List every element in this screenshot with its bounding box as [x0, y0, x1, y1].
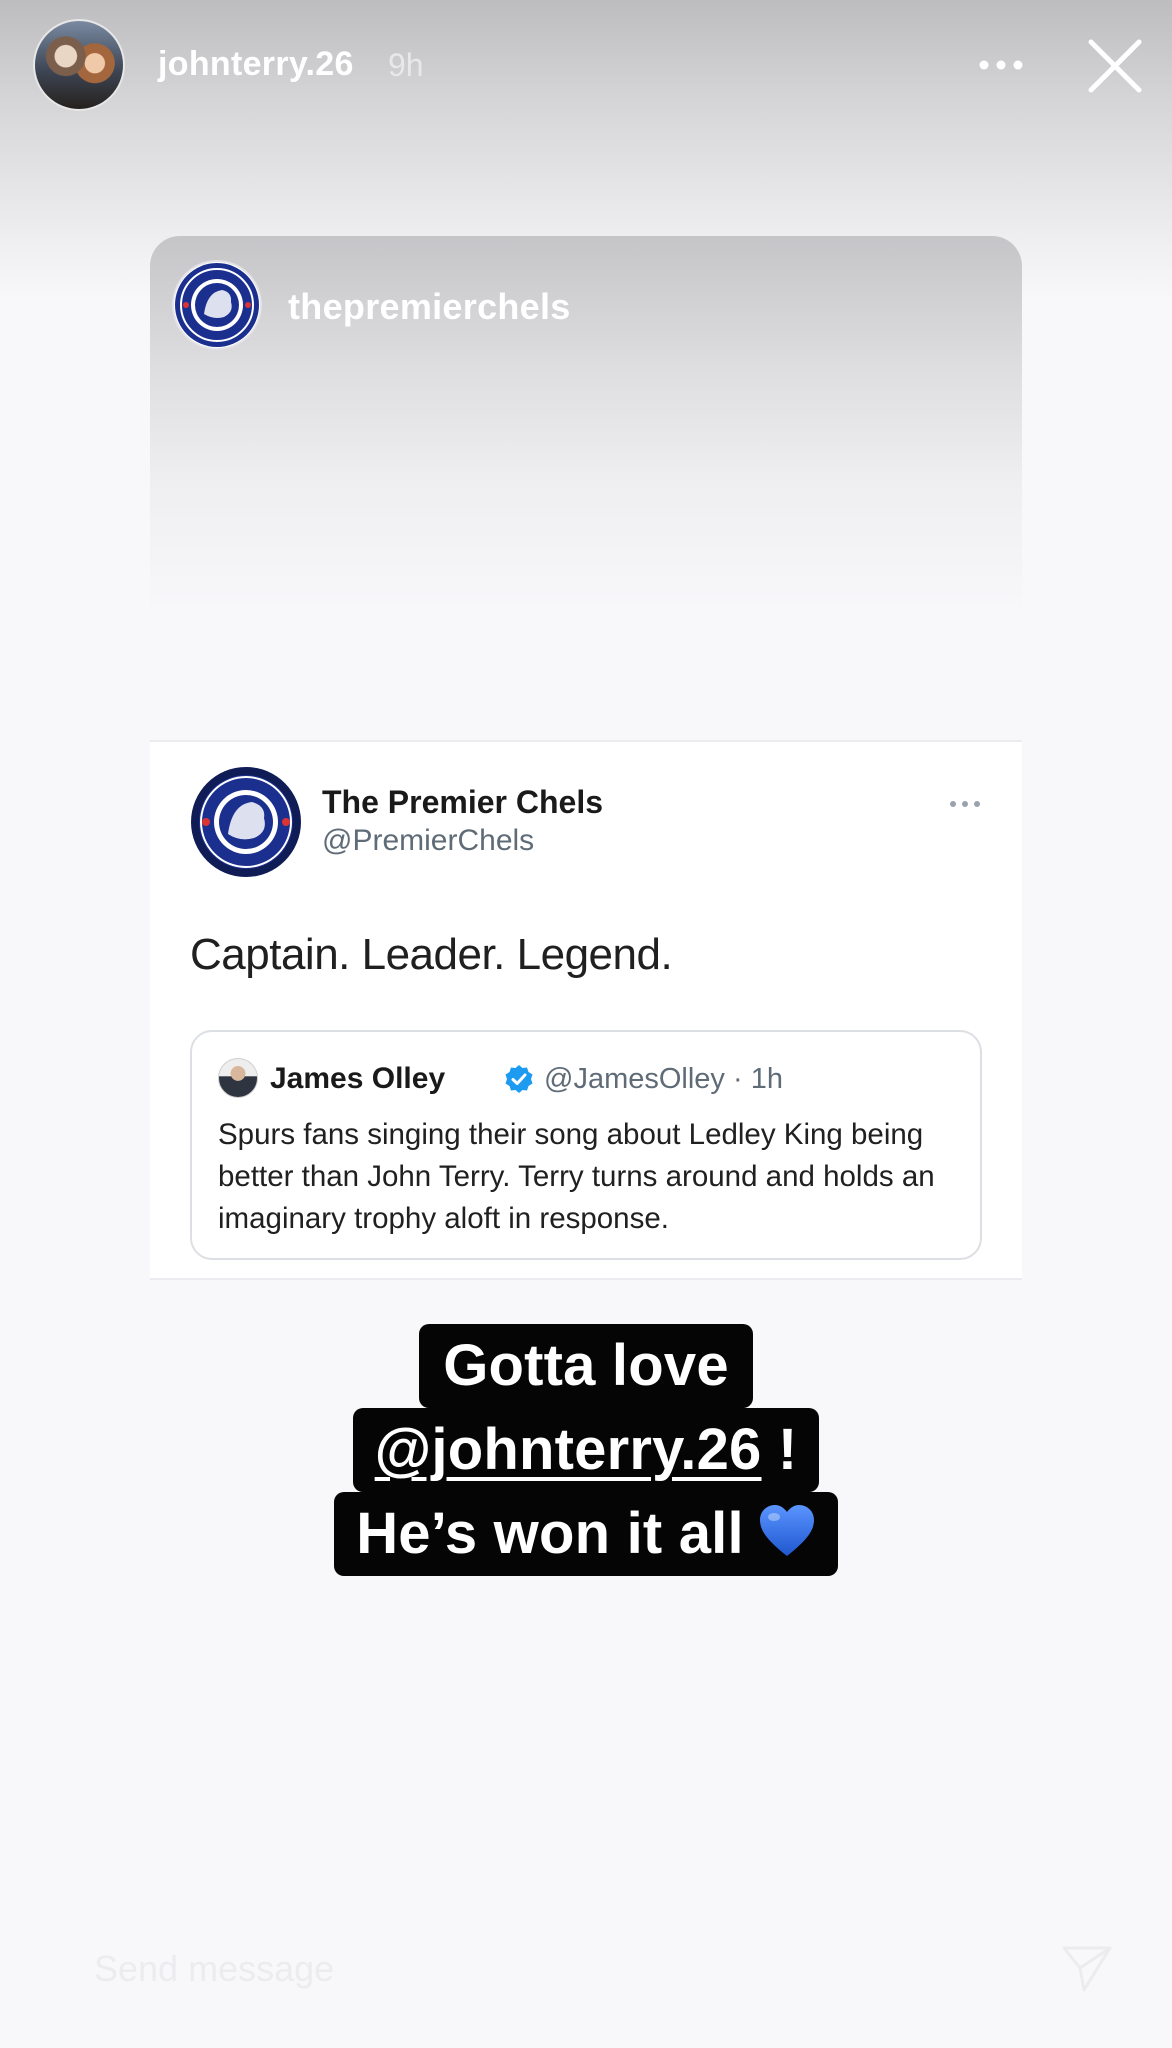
- blue-heart-icon: [759, 1505, 814, 1556]
- quote-text: Spurs fans singing their song about Ledl…: [218, 1118, 935, 1235]
- tweet-author-handle[interactable]: @PremierChels: [322, 824, 534, 858]
- quote-avatar[interactable]: [218, 1058, 258, 1098]
- caption-line-3: He’s won it all: [334, 1492, 838, 1576]
- close-icon[interactable]: [1085, 36, 1145, 96]
- caption-line-2: @johnterry.26 !: [352, 1408, 820, 1492]
- repost-username[interactable]: thepremierchels: [288, 286, 571, 328]
- tweet-text: Captain. Leader. Legend.: [190, 930, 673, 979]
- caption-line-3-text: He’s won it all: [356, 1501, 744, 1566]
- mention-link[interactable]: @johnterry.26: [375, 1417, 762, 1482]
- premier-chels-logo[interactable]: [174, 262, 260, 348]
- repost-gradient: [150, 236, 1022, 616]
- caption-exclamation: !: [761, 1417, 798, 1482]
- tweet-card[interactable]: The Premier Chels @PremierChels Captain.…: [150, 740, 1022, 1280]
- tweet-avatar-logo[interactable]: [190, 766, 302, 878]
- caption-sticker: Gotta love @johnterry.26 ! He’s won it a…: [0, 1324, 1172, 1576]
- send-icon[interactable]: [1060, 1940, 1114, 1994]
- tweet-more-icon[interactable]: [948, 798, 982, 810]
- story-username[interactable]: johnterry.26: [158, 45, 354, 84]
- quote-author-name[interactable]: James Olley: [270, 1062, 445, 1096]
- more-icon[interactable]: [976, 50, 1026, 80]
- send-message-input[interactable]: [94, 1948, 894, 1990]
- reply-bar: [60, 1930, 1120, 2010]
- user-avatar[interactable]: [33, 19, 125, 111]
- quoted-tweet[interactable]: James Olley @JamesOlley · 1h Spurs fans …: [190, 1030, 982, 1260]
- story-time: 9h: [388, 47, 424, 83]
- caption-line-1: Gotta love: [419, 1324, 753, 1408]
- tweet-author-name[interactable]: The Premier Chels: [322, 784, 603, 821]
- quote-author-handle[interactable]: @JamesOlley · 1h: [544, 1063, 783, 1096]
- story-header: johnterry.26 9h: [0, 0, 1172, 140]
- verified-icon: [505, 1065, 533, 1093]
